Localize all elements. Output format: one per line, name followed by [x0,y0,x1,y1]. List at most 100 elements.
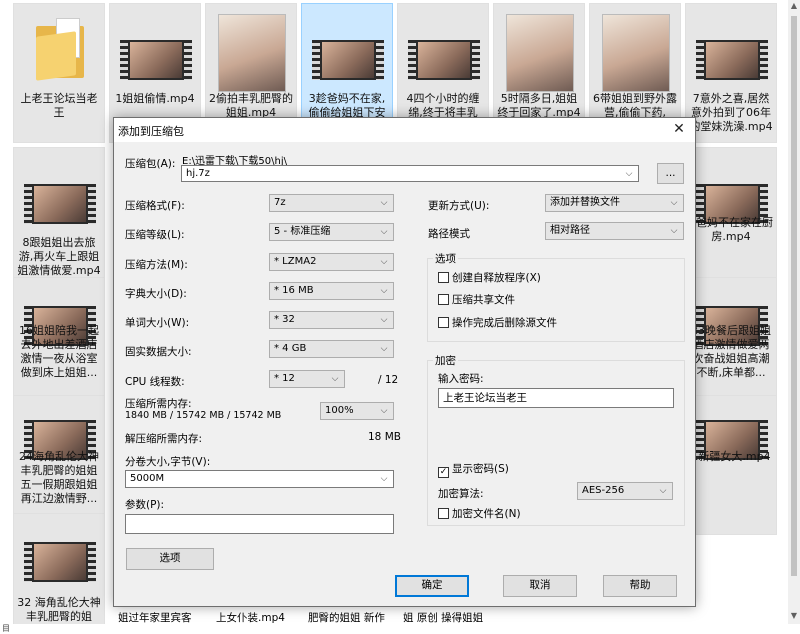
threads-select[interactable]: * 12 ⌵ [269,370,345,388]
file-name: 1新疆女大.mp4 [691,450,771,463]
options-button[interactable]: 选项 [126,548,214,570]
encrypt-names-checkbox[interactable]: 加密文件名(N) [438,508,521,522]
split-combo[interactable]: 5000M ⌵ [125,470,394,488]
mem-decomp-value: 18 MB [368,431,401,443]
path-label: 路径模式 [428,228,470,240]
format-label: 压缩格式(F): [125,200,185,212]
ok-button[interactable]: 确定 [395,575,469,597]
dict-label: 字典大小(D): [125,288,187,300]
browse-button[interactable]: ... [657,163,684,184]
show-password-label: 显示密码(S) [452,463,509,475]
options-group-title: 选项 [433,251,458,266]
path-value: 相对路径 [550,225,590,236]
video-thumbnail-icon [22,156,98,232]
checkbox-icon [438,294,449,305]
chevron-down-icon: ⌵ [380,344,388,354]
file-name: 5时隔多日,姐姐终于回家了.mp4 [497,92,581,119]
mem-comp-label: 压缩所需内存: [125,398,192,410]
video-tile[interactable]: 5爸妈不在家在厨房.mp4 [685,147,777,287]
path-select[interactable]: 相对路径 ⌵ [545,222,684,240]
mem-decomp-label: 解压缩所需内存: [125,433,203,445]
folder-icon [36,16,84,81]
threads-value: * 12 [274,373,295,384]
format-value: 7z [274,197,286,208]
video-thumbnail-icon [22,514,98,590]
file-name: 上老王论坛当老王 [20,92,98,119]
checkbox-icon [438,508,449,519]
chevron-down-icon[interactable]: ⌵ [623,166,635,181]
word-select[interactable]: * 32 ⌵ [269,311,394,329]
encrypt-names-label: 加密文件名(N) [452,508,521,520]
scrollbar-thumb[interactable] [791,16,797,576]
cancel-button[interactable]: 取消 [503,575,577,597]
file-name: 23晚餐后跟姐姐酒店激情做爱两次奋战姐姐高潮不断,床单都... [691,324,771,379]
file-name: 24海角乱伦大神丰乳肥臀的姐姐五一假期跟姐姐再江边激情野... [19,450,99,505]
video-tile[interactable]: 1新疆女大.mp4 [685,395,777,535]
shared-checkbox-label: 压缩共享文件 [452,294,515,306]
update-value: 添加并替换文件 [550,197,620,208]
encrypt-method-select[interactable]: AES-256 ⌵ [577,482,673,500]
word-value: * 32 [274,314,295,325]
word-label: 单词大小(W): [125,317,190,329]
video-thumbnail-icon [406,12,482,88]
chevron-down-icon: ⌵ [380,198,388,208]
photo-thumbnail-icon [214,12,290,92]
close-icon[interactable]: ✕ [671,121,687,137]
method-value: * LZMA2 [274,256,317,267]
solid-label: 固实数据大小: [125,346,192,358]
password-input[interactable]: 上老王论坛当老王 [438,388,674,408]
video-tile[interactable]: 8跟姐姐出去旅游,再火车上跟姐姐激情做爱.mp4 [13,147,105,287]
params-input[interactable] [125,514,394,534]
chevron-down-icon: ⌵ [380,257,388,267]
file-name: 2偷拍丰乳肥臀的姐姐.mp4 [209,92,293,119]
help-button[interactable]: 帮助 [603,575,677,597]
checkbox-icon [438,272,449,283]
format-select[interactable]: 7z ⌵ [269,194,394,212]
archive-name-value: hj.7z [186,168,210,179]
method-select[interactable]: * LZMA2 ⌵ [269,253,394,271]
level-value: 5 - 标准压缩 [274,226,331,237]
split-value: 5000M [130,473,165,484]
checkmark-icon: ✓ [438,467,449,478]
file-name: 3趁爸妈不在家,偷偷给姐姐下安 [308,92,386,119]
file-name: 姐过年家里宾客 [118,612,192,624]
level-select[interactable]: 5 - 标准压缩 ⌵ [269,223,394,241]
solid-select[interactable]: * 4 GB ⌵ [269,340,394,358]
delete-checkbox-label: 操作完成后删除源文件 [452,317,557,329]
dialog-titlebar[interactable]: 添加到压缩包 ✕ [114,118,695,142]
archive-name-combo[interactable]: hj.7z ⌵ [181,165,639,182]
scroll-down-icon[interactable]: ▼ [788,610,800,622]
checkbox-icon [438,317,449,328]
delete-checkbox[interactable]: 操作完成后删除源文件 [438,317,557,331]
update-select[interactable]: 添加并替换文件 ⌵ [545,194,684,212]
level-label: 压缩等级(L): [125,229,185,241]
file-name: 6带姐姐到野外露营,偷偷下药, [593,92,677,119]
vertical-scrollbar[interactable]: ▲ ▼ [788,0,800,624]
chevron-down-icon: ⌵ [380,227,388,237]
folder-tile[interactable]: 上老王论坛当老王 [13,3,105,143]
mem-percent-select[interactable]: 100% ⌵ [320,402,394,420]
video-thumbnail-icon [310,12,386,88]
file-name: 32 海角乱伦大神丰乳肥臀的姐 [17,596,101,623]
video-tile[interactable]: 7意外之喜,居然意外拍到了06年的堂妹洗澡.mp4 [685,3,777,143]
encrypt-method-value: AES-256 [582,485,625,496]
video-tile[interactable]: 32 海角乱伦大神丰乳肥臀的姐 [13,513,105,624]
chevron-down-icon: ⌵ [380,406,388,416]
chevron-down-icon: ⌵ [380,286,388,296]
photo-thumbnail-icon [598,12,674,92]
archive-label: 压缩包(A): [125,158,176,170]
chevron-down-icon: ⌵ [670,198,678,208]
add-to-archive-dialog: 添加到压缩包 ✕ 压缩包(A): E:\迅雷下载\下载50\hj\ hj.7z … [113,117,696,607]
mem-comp-value: 1840 MB / 15742 MB / 15742 MB [125,410,282,421]
sfx-checkbox-label: 创建自释放程序(X) [452,272,541,284]
dict-select[interactable]: * 16 MB ⌵ [269,282,394,300]
sfx-checkbox[interactable]: 创建自释放程序(X) [438,272,541,286]
shared-checkbox[interactable]: 压缩共享文件 [438,294,515,308]
chevron-down-icon: ⌵ [659,486,667,496]
chevron-down-icon[interactable]: ⌵ [378,471,390,487]
video-thumbnail-icon [118,12,194,88]
scroll-up-icon[interactable]: ▲ [788,0,800,12]
chevron-down-icon: ⌵ [670,226,678,236]
file-name: 姐 原创 操得姐姐 [403,612,484,624]
show-password-checkbox[interactable]: ✓ 显示密码(S) [438,463,509,478]
